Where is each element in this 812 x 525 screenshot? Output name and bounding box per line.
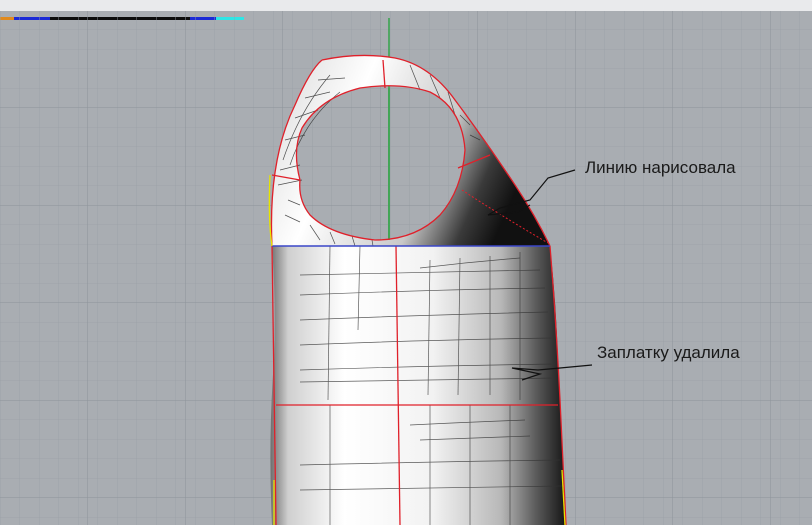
body-surface xyxy=(270,246,566,525)
annotation-line-drawn: Линию нарисовала xyxy=(585,158,736,177)
model-canvas[interactable] xyxy=(0,0,812,525)
viewport-perspective[interactable]: Линию нарисовала Заплатку удалила xyxy=(0,0,812,525)
annotation-patch-deleted: Заплатку удалила xyxy=(597,343,740,362)
